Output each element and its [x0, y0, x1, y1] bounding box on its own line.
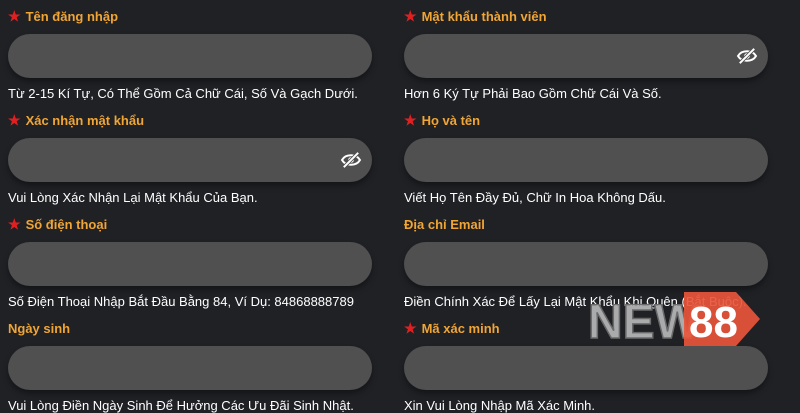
birthday-label-text: Ngày sinh [8, 320, 71, 336]
phone-label: ★ Số điện thoại [8, 214, 107, 234]
captcha-label-text: Mã xác minh [421, 320, 500, 336]
phone-hint: Số Điện Thoại Nhập Bắt Đầu Bằng 84, Ví D… [8, 294, 354, 309]
email-input[interactable] [404, 242, 768, 286]
email-label-text: Địa chỉ Email [404, 216, 485, 232]
birthday-label: Ngày sinh [8, 318, 70, 338]
username-hint: Từ 2-15 Kí Tự, Có Thể Gồm Cả Chữ Cái, Số… [8, 86, 358, 101]
birthday-input[interactable] [8, 346, 372, 390]
eye-slash-icon[interactable] [736, 47, 758, 65]
logo-text-88: 88 [689, 298, 738, 347]
phone-input[interactable] [8, 242, 372, 286]
confirm-password-label: ★ Xác nhận mật khẩu [8, 110, 144, 130]
captcha-hint: Xin Vui Lòng Nhập Mã Xác Minh. [404, 398, 596, 413]
logo-text-new: NEW [588, 296, 701, 349]
username-input[interactable] [8, 34, 372, 78]
password-input[interactable] [404, 34, 768, 78]
username-label-text: Tên đăng nhập [25, 8, 119, 24]
fullname-label-text: Họ và tên [421, 112, 481, 128]
required-star-icon: ★ [404, 112, 417, 128]
password-label: ★ Mật khẩu thành viên [404, 6, 547, 26]
new88-logo: NEW 88 [587, 292, 760, 350]
captcha-input[interactable] [404, 346, 768, 390]
captcha-label: ★ Mã xác minh [404, 318, 500, 338]
email-label: Địa chỉ Email [404, 214, 485, 234]
confirm-password-input[interactable] [8, 138, 372, 182]
fullname-hint: Viết Họ Tên Đầy Đủ, Chữ In Hoa Không Dấu… [404, 190, 666, 205]
required-star-icon: ★ [8, 216, 21, 232]
required-star-icon: ★ [404, 8, 417, 24]
required-star-icon: ★ [8, 8, 21, 24]
required-star-icon: ★ [404, 320, 417, 336]
password-hint: Hơn 6 Ký Tự Phải Bao Gồm Chữ Cái Và Số. [404, 86, 662, 101]
username-label: ★ Tên đăng nhập [8, 6, 118, 26]
required-star-icon: ★ [8, 112, 21, 128]
fullname-input[interactable] [404, 138, 768, 182]
confirm-password-hint: Vui Lòng Xác Nhận Lại Mật Khẩu Của Bạn. [8, 190, 258, 205]
fullname-label: ★ Họ và tên [404, 110, 480, 130]
phone-label-text: Số điện thoại [25, 216, 108, 232]
confirm-password-label-text: Xác nhận mật khẩu [25, 112, 145, 128]
password-label-text: Mật khẩu thành viên [421, 8, 547, 24]
birthday-hint: Vui Lòng Điền Ngày Sinh Để Hưởng Các Ưu … [8, 398, 354, 413]
eye-slash-icon[interactable] [340, 151, 362, 169]
